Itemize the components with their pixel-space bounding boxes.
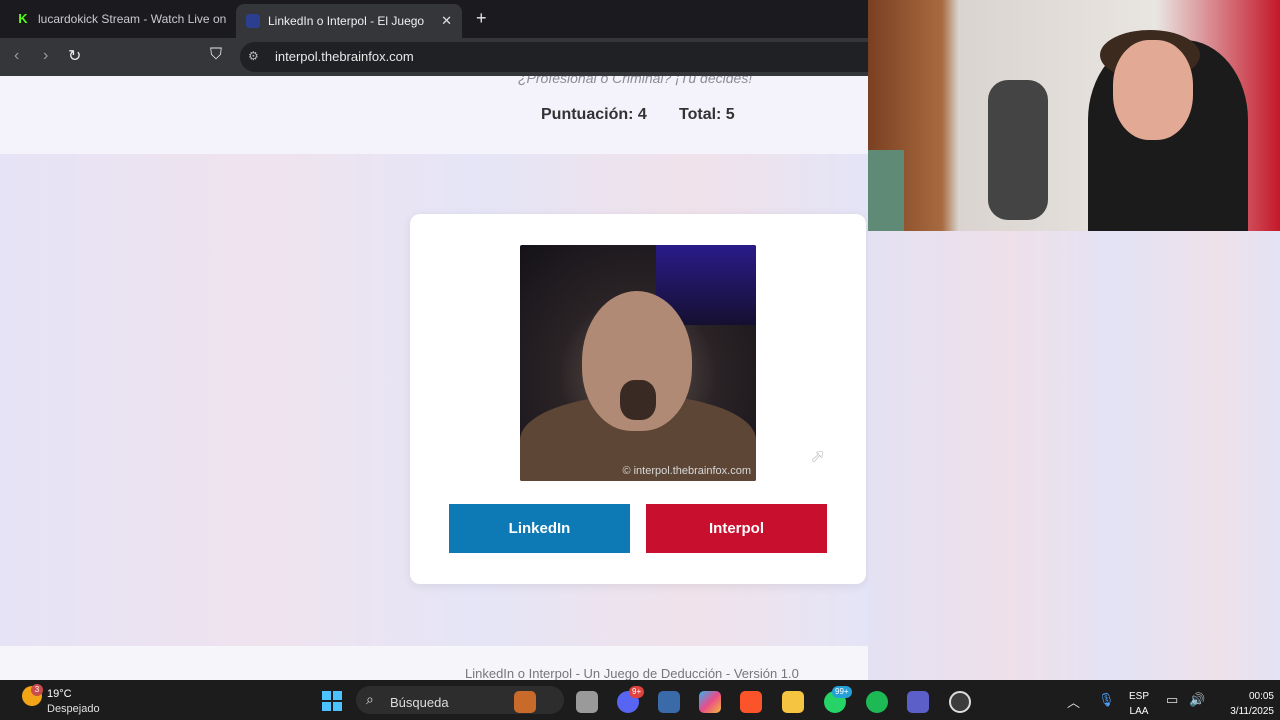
weather-temp[interactable]: 19°C xyxy=(47,688,72,700)
new-tab-icon[interactable]: + xyxy=(476,8,487,29)
url-text[interactable]: interpol.thebrainfox.com xyxy=(275,49,414,64)
file-explorer-icon[interactable] xyxy=(782,691,804,713)
tab-linkedin-interpol[interactable]: LinkedIn o Interpol - El Juego ✕ xyxy=(236,4,462,38)
teams-icon[interactable] xyxy=(907,691,929,713)
page-footer: LinkedIn o Interpol - Un Juego de Deducc… xyxy=(0,646,868,680)
volume-icon[interactable]: 🔊 xyxy=(1189,692,1205,708)
search-icon: ⌕ xyxy=(366,691,374,707)
spotify-icon[interactable] xyxy=(866,691,888,713)
photos-app-icon[interactable] xyxy=(658,691,680,713)
chevron-up-icon[interactable]: ︿ xyxy=(1067,692,1080,711)
mouse-cursor-icon: ➚ xyxy=(810,446,826,466)
weather-badge: 3 xyxy=(31,684,43,696)
network-icon[interactable]: ▭ xyxy=(1166,692,1178,708)
score-label: Puntuación: 4 xyxy=(541,106,647,123)
whatsapp-badge: 99+ xyxy=(832,686,852,698)
kick-icon: K xyxy=(16,12,30,26)
task-view-icon[interactable] xyxy=(576,691,598,713)
close-tab-icon[interactable]: ✕ xyxy=(441,13,452,29)
game-page: ¿Profesional o Criminal? ¡Tú decides! Pu… xyxy=(0,76,868,680)
search-placeholder[interactable]: Búsqueda xyxy=(390,695,449,710)
weather-condition[interactable]: Despejado xyxy=(47,703,100,715)
reload-icon[interactable]: ↻ xyxy=(68,46,81,66)
footer-text: LinkedIn o Interpol - Un Juego de Deducc… xyxy=(465,666,799,680)
page-header: ¿Profesional o Criminal? ¡Tú decides! Pu… xyxy=(0,76,868,154)
page-subtitle: ¿Profesional o Criminal? ¡Tú decides! xyxy=(518,76,753,86)
photo-watermark: © interpol.thebrainfox.com xyxy=(622,465,751,477)
total-label: Total: 5 xyxy=(679,106,735,123)
back-icon[interactable]: ‹ xyxy=(14,47,19,65)
background-panel xyxy=(868,231,1280,680)
site-favicon-icon xyxy=(246,14,260,28)
discord-badge: 9+ xyxy=(629,686,645,698)
windows-start-icon[interactable] xyxy=(322,691,342,711)
tab-label: LinkedIn o Interpol - El Juego xyxy=(268,14,425,28)
browser-tab-bar: K lucardokick Stream - Watch Live on K L… xyxy=(0,0,868,38)
tab-kick-stream[interactable]: K lucardokick Stream - Watch Live on K xyxy=(6,6,230,32)
interpol-button[interactable]: Interpol xyxy=(646,504,827,553)
tab-label: lucardokick Stream - Watch Live on K xyxy=(38,12,230,26)
forward-icon[interactable]: › xyxy=(43,47,48,65)
suspect-photo: © interpol.thebrainfox.com xyxy=(520,245,756,481)
game-card: © interpol.thebrainfox.com LinkedIn Inte… xyxy=(410,214,866,584)
search-highlight-icon xyxy=(514,691,536,713)
site-info-icon[interactable]: ⚙ xyxy=(248,49,259,63)
language-indicator[interactable]: ESP LAA xyxy=(1129,689,1149,719)
microphone-icon[interactable]: 🎙 xyxy=(1098,692,1115,708)
bookmark-icon[interactable]: ⛉ xyxy=(210,46,222,64)
windows-taskbar: 3 19°C Despejado ⌕ Búsqueda 9+ 99+ ︿ 🎙 E… xyxy=(0,680,1280,720)
brave-browser-icon[interactable] xyxy=(740,691,762,713)
webcam-overlay xyxy=(868,0,1280,231)
copilot-icon[interactable] xyxy=(699,691,721,713)
system-clock[interactable]: 00:05 3/11/2025 xyxy=(1218,689,1274,719)
linkedin-button[interactable]: LinkedIn xyxy=(449,504,630,553)
obs-icon[interactable] xyxy=(949,691,971,713)
